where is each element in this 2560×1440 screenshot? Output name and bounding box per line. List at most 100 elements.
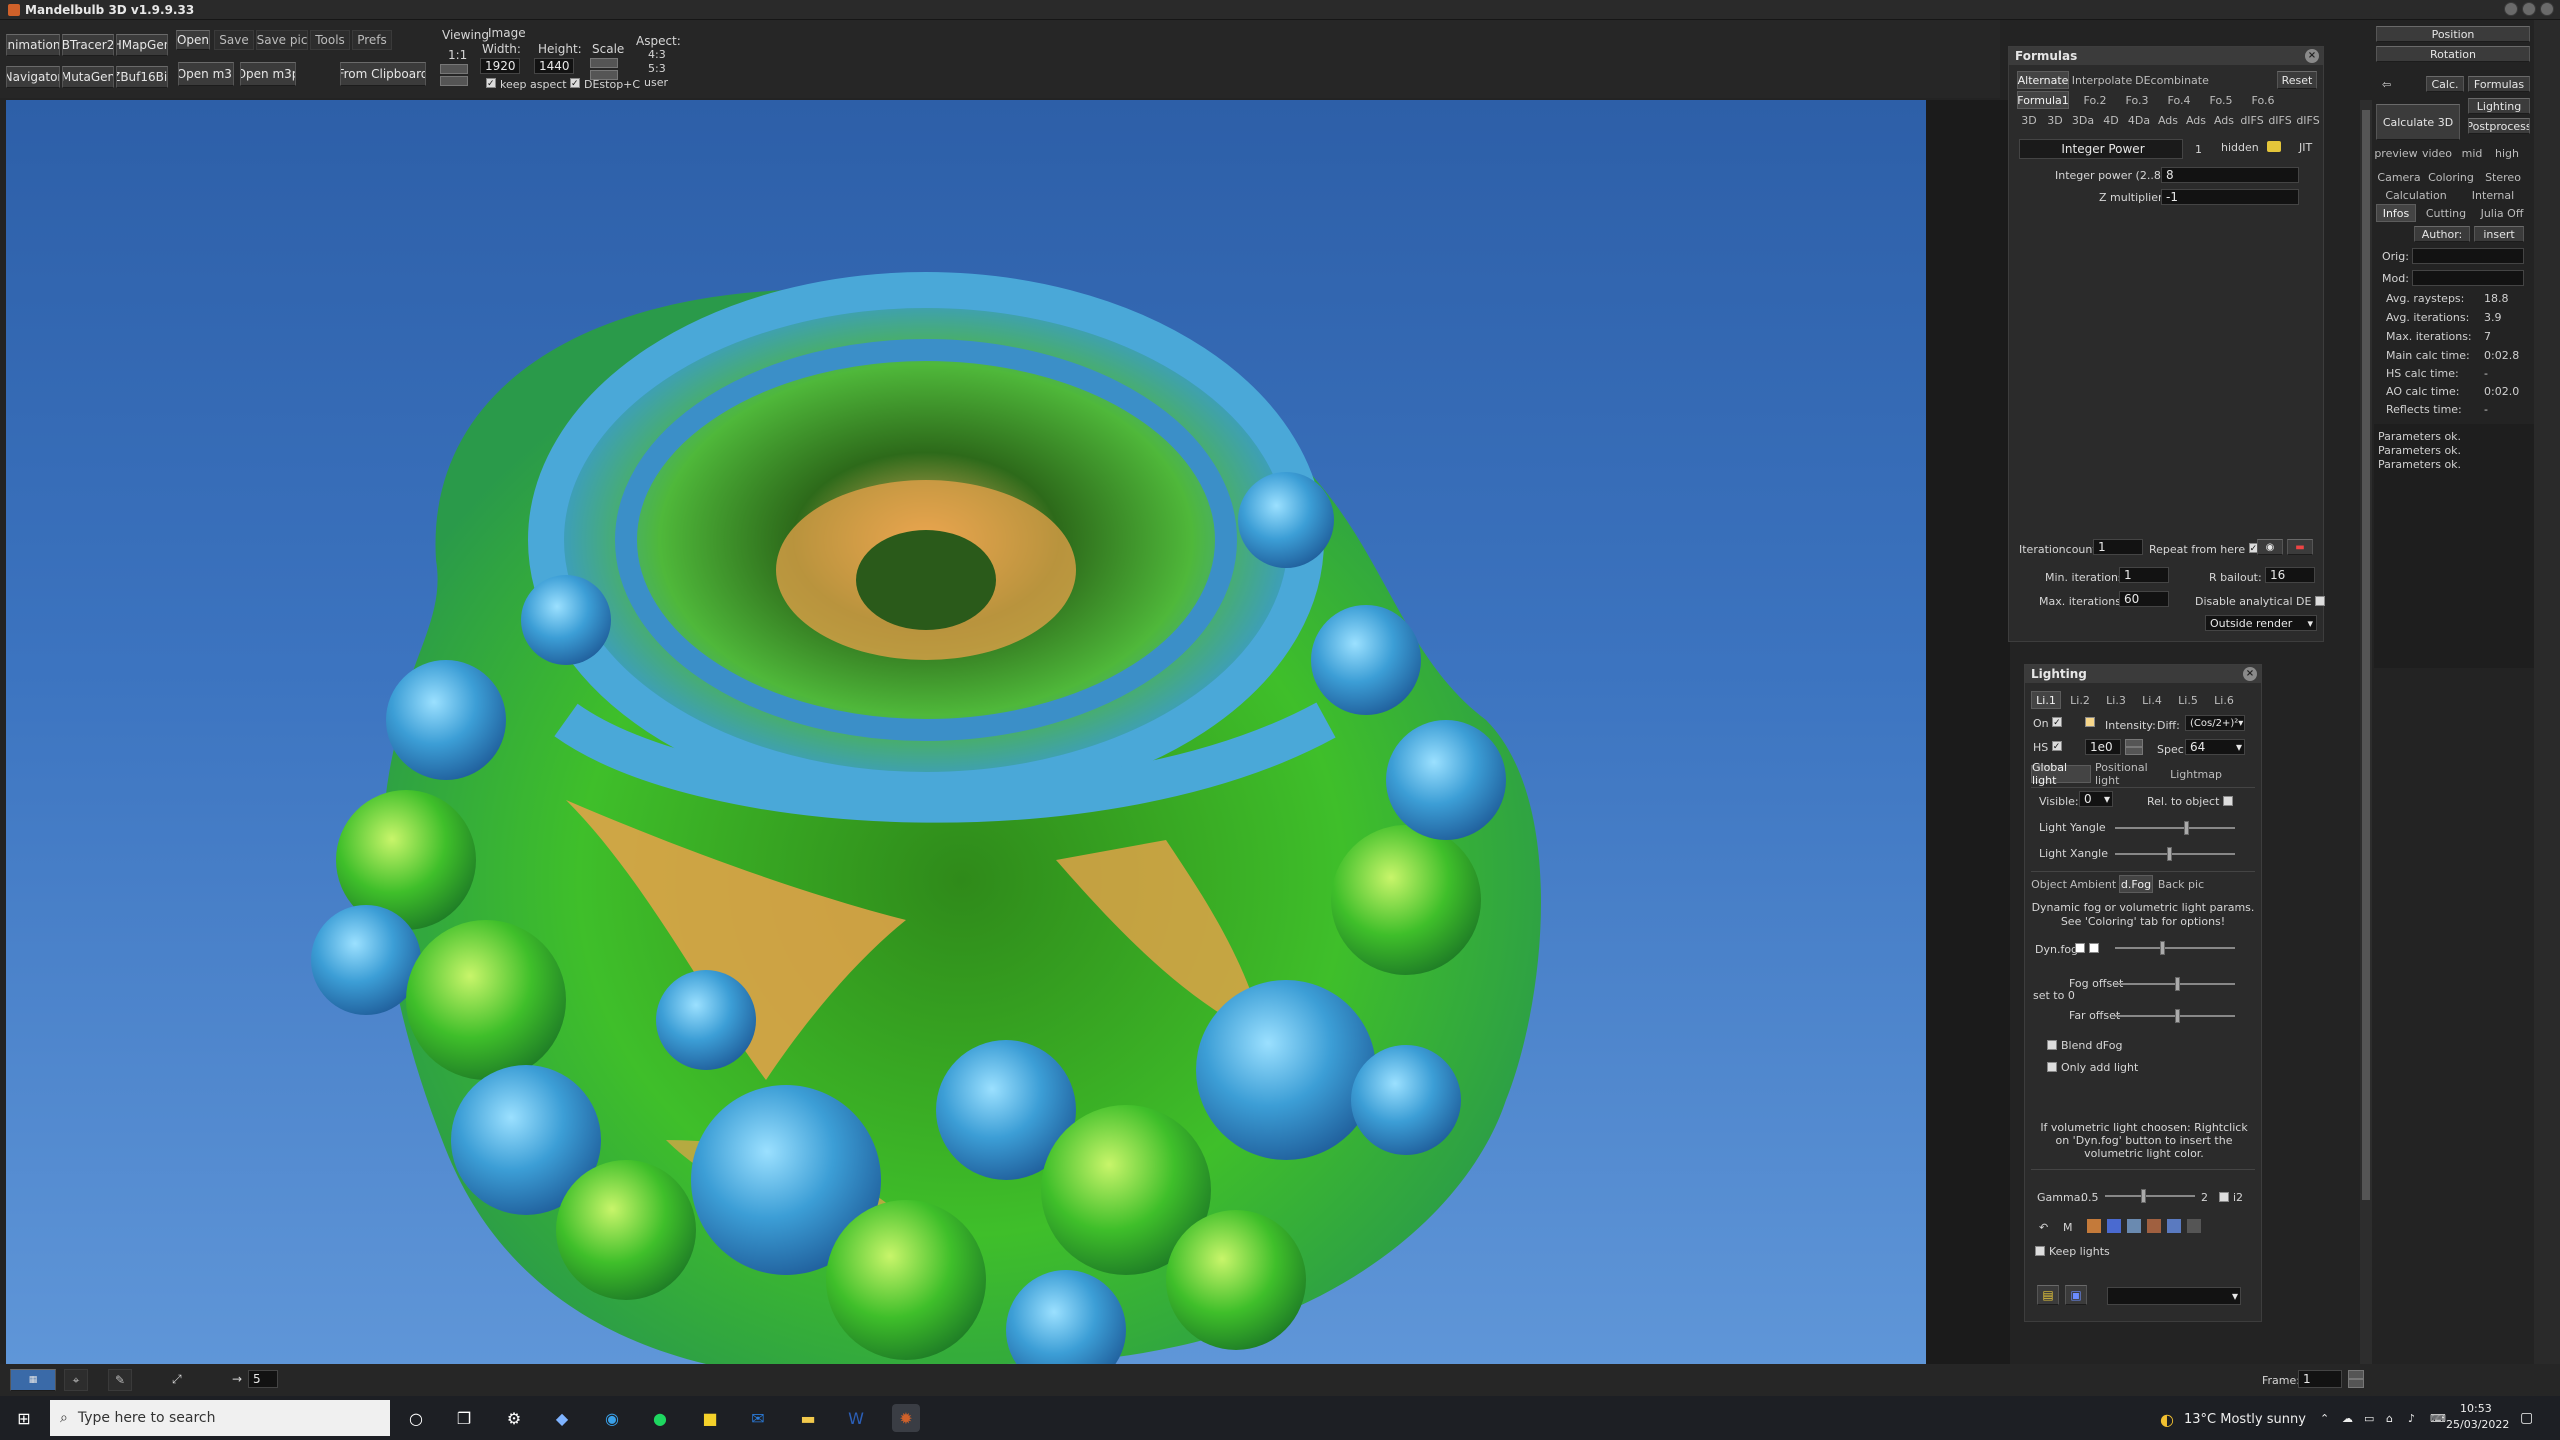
keep-aspect-checkbox[interactable]: keep aspect	[486, 78, 567, 91]
open-button[interactable]: Open	[176, 30, 210, 50]
rotation-button[interactable]: Rotation	[2376, 46, 2530, 62]
close-icon[interactable]: ×	[2243, 667, 2257, 681]
lighting-panel-header[interactable]: Lighting ×	[2025, 665, 2261, 683]
word-icon[interactable]: W	[842, 1404, 870, 1432]
open-m3p-button[interactable]: Open m3p	[240, 62, 296, 86]
tab-type-3da[interactable]: 3Da	[2069, 111, 2097, 129]
tab-type-4da[interactable]: 4Da	[2125, 111, 2153, 129]
video-option[interactable]: video	[2420, 144, 2454, 162]
viewing-down-spinner[interactable]	[440, 76, 468, 86]
slider-thumb[interactable]	[2141, 1189, 2146, 1203]
preset-thumbnail-icon[interactable]	[2187, 1219, 2201, 1233]
i2-checkbox[interactable]: i2	[2219, 1191, 2243, 1204]
hs-field[interactable]: 1e0	[2085, 739, 2121, 755]
tab-positional-light[interactable]: Positional light	[2095, 761, 2167, 787]
tab-type-3d[interactable]: 3D	[2017, 111, 2041, 129]
gamma-slider[interactable]	[2105, 1189, 2195, 1203]
aspect-53-option[interactable]: 5:3	[648, 62, 666, 75]
tab-light-2[interactable]: Li.2	[2065, 691, 2095, 709]
folder-icon[interactable]	[2267, 141, 2281, 152]
position-button[interactable]: Position	[2376, 26, 2530, 42]
crosshair-icon[interactable]: ⌖	[64, 1369, 88, 1391]
tab-formula5[interactable]: Fo.5	[2201, 91, 2241, 109]
tab-type-ads[interactable]: Ads	[2183, 111, 2209, 129]
light-yangle-slider[interactable]	[2115, 821, 2235, 835]
tab-formula4[interactable]: Fo.4	[2159, 91, 2199, 109]
tray-overflow-icon[interactable]: ⌃	[2320, 1412, 2329, 1425]
author-button[interactable]: Author:	[2414, 226, 2470, 242]
tab-type-4d[interactable]: 4D	[2099, 111, 2123, 129]
tab-calculation[interactable]: Calculation	[2376, 186, 2456, 204]
lighting-toggle-button[interactable]: Lighting	[2468, 98, 2530, 114]
diff-select[interactable]: (Cos/2+)² ▾	[2185, 715, 2245, 731]
slider-thumb[interactable]	[2184, 821, 2189, 835]
tab-ambient[interactable]: Ambient	[2070, 875, 2116, 893]
hs-checkbox[interactable]: HS	[2033, 741, 2066, 754]
dynfog-slider[interactable]	[2115, 941, 2235, 955]
tab-type-ads[interactable]: Ads	[2155, 111, 2181, 129]
scale-up-spinner[interactable]	[590, 58, 618, 68]
hs-down-spinner[interactable]	[2125, 747, 2143, 755]
mod-field[interactable]	[2412, 270, 2524, 286]
tab-interpolate[interactable]: Interpolate	[2072, 71, 2132, 89]
jit-label[interactable]: JIT	[2299, 141, 2312, 154]
dynfog-color-swatch[interactable]	[2075, 943, 2085, 953]
aspect-43-option[interactable]: 4:3	[648, 48, 666, 61]
tab-formula3[interactable]: Fo.3	[2117, 91, 2157, 109]
tab-decombinate[interactable]: DEcombinate	[2135, 71, 2209, 89]
network-icon[interactable]: ⌂	[2386, 1412, 2393, 1425]
height-field[interactable]: 1440	[534, 58, 574, 74]
formulas-panel-header[interactable]: Formulas ×	[2009, 47, 2323, 65]
slider-thumb[interactable]	[2175, 977, 2180, 991]
cortana-icon[interactable]: ○	[402, 1404, 430, 1432]
taskbar-search-box[interactable]: ⌕ Type here to search	[50, 1400, 390, 1436]
app-icon[interactable]: ◆	[548, 1404, 576, 1432]
tab-back-pic[interactable]: Back pic	[2157, 875, 2205, 893]
calc-button[interactable]: Calc.	[2426, 76, 2464, 92]
blend-dfog-checkbox[interactable]: Blend dFog	[2047, 1039, 2122, 1052]
save-disk-icon[interactable]: ▣	[2065, 1285, 2087, 1305]
orig-field[interactable]	[2412, 248, 2524, 264]
notifications-icon[interactable]: ▢	[2520, 1410, 2533, 1426]
navigator-button[interactable]: Navigator	[6, 66, 60, 88]
frame-down-spinner[interactable]	[2348, 1379, 2364, 1388]
max-iterations-field[interactable]: 60	[2119, 591, 2169, 607]
tab-alternate[interactable]: Alternate	[2017, 71, 2069, 89]
prefs-button[interactable]: Prefs	[352, 30, 392, 50]
battery-icon[interactable]: ▭	[2364, 1412, 2374, 1425]
image-preview-icon[interactable]: ▦	[10, 1369, 56, 1391]
from-clipboard-button[interactable]: From Clipboard	[340, 62, 426, 86]
preset-thumbnail-icon[interactable]	[2087, 1219, 2101, 1233]
file-explorer-icon[interactable]: ▬	[794, 1404, 822, 1432]
tab-formula2[interactable]: Fo.2	[2075, 91, 2115, 109]
tab-light-3[interactable]: Li.3	[2101, 691, 2131, 709]
repeat-from-here-checkbox[interactable]: Repeat from here	[2149, 543, 2263, 556]
only-add-light-checkbox[interactable]: Only add light	[2047, 1061, 2138, 1074]
tab-stereo[interactable]: Stereo	[2480, 168, 2526, 186]
tab-type-3d[interactable]: 3D	[2043, 111, 2067, 129]
disable-de-checkbox[interactable]: Disable analytical DE	[2195, 595, 2329, 608]
formulas-toggle-button[interactable]: Formulas	[2468, 76, 2530, 92]
spec-select[interactable]: 64 ▾	[2185, 739, 2245, 755]
width-field[interactable]: 1920	[480, 58, 520, 74]
clock-time[interactable]: 10:53	[2460, 1402, 2492, 1415]
language-icon[interactable]: ⌨	[2430, 1412, 2446, 1425]
scrollbar-thumb[interactable]	[2362, 110, 2370, 1200]
tab-lightmap[interactable]: Lightmap	[2170, 765, 2222, 783]
min-iterations-field[interactable]: 1	[2119, 567, 2169, 583]
animations-button[interactable]: Animations	[6, 34, 60, 56]
m-label[interactable]: M	[2063, 1221, 2073, 1234]
onedrive-icon[interactable]: ☁	[2342, 1412, 2353, 1425]
insert-button[interactable]: insert	[2474, 226, 2524, 242]
preset-thumbnail-icon[interactable]	[2127, 1219, 2141, 1233]
light-xangle-slider[interactable]	[2115, 847, 2235, 861]
spotify-icon[interactable]: ●	[646, 1404, 674, 1432]
edge-browser-icon[interactable]: ◉	[598, 1404, 626, 1432]
formula-name-field[interactable]: Integer Power	[2019, 139, 2183, 159]
task-view-icon[interactable]: ❐	[450, 1404, 478, 1432]
reset-button[interactable]: Reset	[2277, 71, 2317, 89]
tab-type-difs[interactable]: dIFS	[2295, 111, 2321, 129]
pencil-icon[interactable]: ✎	[108, 1369, 132, 1391]
fog-offset-slider[interactable]	[2115, 977, 2235, 991]
zbuf-button[interactable]: ZBuf16Bit	[116, 66, 168, 88]
